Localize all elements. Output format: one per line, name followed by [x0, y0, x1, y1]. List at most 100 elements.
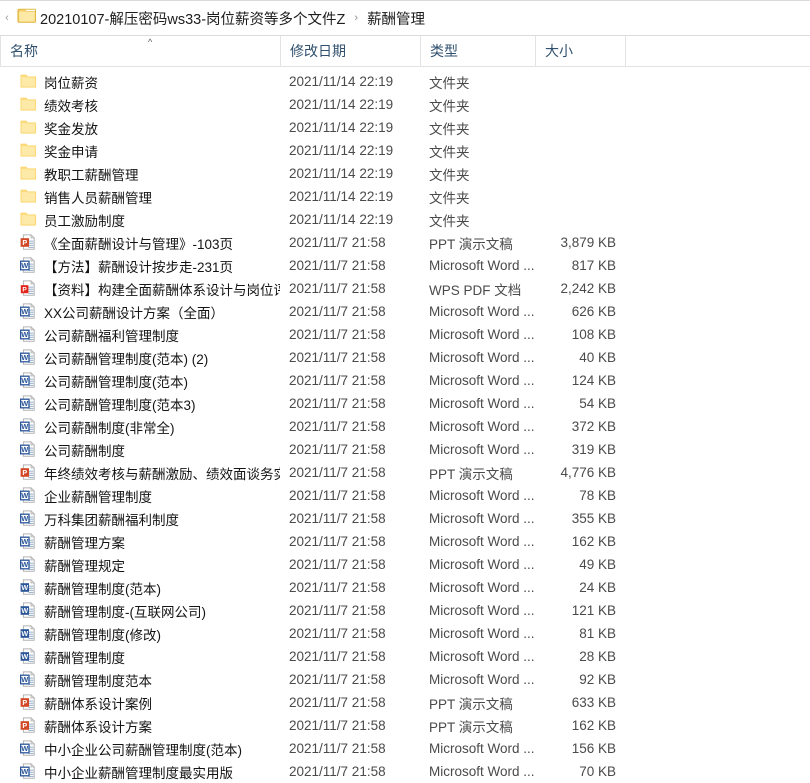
column-header-type[interactable]: 类型 [420, 35, 535, 67]
file-name-cell[interactable]: P 【资料】构建全面薪酬体系设计与岗位评... [0, 279, 280, 299]
breadcrumb-item-current[interactable]: 薪酬管理 [365, 6, 427, 31]
file-row[interactable]: 绩效考核 2021/11/14 22:19 文件夹 [0, 93, 810, 116]
file-name-cell[interactable]: W 薪酬管理制度(修改) [0, 624, 280, 644]
file-name-cell[interactable]: W 中小企业公司薪酬管理制度(范本) [0, 739, 280, 759]
file-name-cell[interactable]: W 公司薪酬管理制度(范本) (2) [0, 348, 280, 368]
file-name-cell[interactable]: W 公司薪酬制度 [0, 440, 280, 460]
breadcrumb-item-root[interactable]: 20210107-解压密码ws33-岗位薪资等多个文件Z [38, 6, 347, 31]
file-row[interactable]: W 公司薪酬制度 2021/11/7 21:58 Microsoft Word ...… [0, 438, 810, 461]
file-row[interactable]: P 《全面薪酬设计与管理》-103页 2021/11/7 21:58 PPT 演示文稿… [0, 231, 810, 254]
file-row[interactable]: W 公司薪酬管理制度(范本) (2) 2021/11/7 21:58 Microsof… [0, 346, 810, 369]
address-bar: ‹ 20210107-解压密码ws33-岗位薪资等多个文件Z › 薪酬管理 [0, 1, 810, 36]
file-name-cell[interactable]: W 薪酬管理制度-(互联网公司) [0, 601, 280, 621]
file-name-cell[interactable]: W 公司薪酬福利管理制度 [0, 325, 280, 345]
file-name-cell[interactable]: P 年终绩效考核与薪酬激励、绩效面谈务实 [0, 463, 280, 483]
file-name-cell[interactable]: W 薪酬管理规定 [0, 555, 280, 575]
file-size-cell: 108 KB [571, 327, 616, 342]
file-name-cell[interactable]: W XX公司薪酬设计方案（全面） [0, 302, 280, 322]
file-row[interactable]: W 中小企业薪酬管理制度最实用版 2021/11/7 21:58 Microsoft … [0, 760, 810, 783]
file-name-cell[interactable]: W 中小企业薪酬管理制度最实用版 [0, 762, 280, 782]
file-date-cell: 2021/11/7 21:58 [289, 534, 386, 549]
file-name-cell[interactable]: W 薪酬管理制度 [0, 647, 280, 667]
breadcrumb-separator-icon[interactable]: › [347, 12, 365, 24]
file-date-cell: 2021/11/7 21:58 [289, 465, 386, 480]
file-date-cell: 2021/11/7 21:58 [289, 672, 386, 687]
powerpoint-doc-icon: P [20, 464, 37, 481]
file-row[interactable]: W 薪酬管理制度(范本) 2021/11/7 21:58 Microsoft Word… [0, 576, 810, 599]
file-name-cell[interactable]: W 公司薪酬管理制度(范本3) [0, 394, 280, 414]
file-row[interactable]: 奖金发放 2021/11/14 22:19 文件夹 [0, 116, 810, 139]
file-row[interactable]: W 薪酬管理制度(修改) 2021/11/7 21:58 Microsoft Word… [0, 622, 810, 645]
file-name-cell[interactable]: W 薪酬管理方案 [0, 532, 280, 552]
svg-text:W: W [21, 537, 28, 546]
file-row[interactable]: P 薪酬体系设计案例 2021/11/7 21:58 PPT 演示文稿 633 KB [0, 691, 810, 714]
column-header-name[interactable]: 名称 ^ [0, 35, 280, 67]
file-type-cell: 文件夹 [429, 213, 470, 229]
file-row[interactable]: P 薪酬体系设计方案 2021/11/7 21:58 PPT 演示文稿 162 KB [0, 714, 810, 737]
file-row[interactable]: 销售人员薪酬管理 2021/11/14 22:19 文件夹 [0, 185, 810, 208]
file-name-cell[interactable]: 员工激励制度 [0, 210, 280, 230]
file-date-cell: 2021/11/7 21:58 [289, 281, 386, 296]
file-row[interactable]: 奖金申请 2021/11/14 22:19 文件夹 [0, 139, 810, 162]
svg-text:W: W [21, 606, 28, 615]
file-row[interactable]: W 公司薪酬管理制度(范本3) 2021/11/7 21:58 Microsoft W… [0, 392, 810, 415]
file-row[interactable]: W XX公司薪酬设计方案（全面） 2021/11/7 21:58 Microsoft … [0, 300, 810, 323]
file-row[interactable]: 岗位薪资 2021/11/14 22:19 文件夹 [0, 70, 810, 93]
file-row[interactable]: W 薪酬管理制度-(互联网公司) 2021/11/7 21:58 Microsoft … [0, 599, 810, 622]
file-row[interactable]: P 年终绩效考核与薪酬激励、绩效面谈务实 2021/11/7 21:58 PPT 演示… [0, 461, 810, 484]
sort-ascending-icon: ^ [148, 36, 153, 47]
file-name-cell[interactable]: W 薪酬管理制度(范本) [0, 578, 280, 598]
column-header-size[interactable]: 大小 [535, 35, 625, 67]
file-row[interactable]: W 公司薪酬福利管理制度 2021/11/7 21:58 Microsoft Word… [0, 323, 810, 346]
file-type-cell: Microsoft Word ... [429, 373, 535, 388]
file-row[interactable]: 员工激励制度 2021/11/14 22:19 文件夹 [0, 208, 810, 231]
file-row[interactable]: W 薪酬管理规定 2021/11/7 21:58 Microsoft Word ...… [0, 553, 810, 576]
file-row[interactable]: W 薪酬管理方案 2021/11/7 21:58 Microsoft Word ...… [0, 530, 810, 553]
svg-text:W: W [21, 445, 28, 454]
file-name-cell[interactable]: P 《全面薪酬设计与管理》-103页 [0, 233, 280, 253]
file-name-label: 销售人员薪酬管理 [44, 190, 152, 206]
file-size-cell: 3,879 KB [560, 235, 616, 250]
file-row[interactable]: P 【资料】构建全面薪酬体系设计与岗位评... 2021/11/7 21:58 WPS… [0, 277, 810, 300]
svg-text:W: W [21, 675, 28, 684]
file-name-cell[interactable]: W 【方法】薪酬设计按步走-231页 [0, 256, 280, 276]
file-row[interactable]: W 【方法】薪酬设计按步走-231页 2021/11/7 21:58 Microsof… [0, 254, 810, 277]
file-date-cell: 2021/11/7 21:58 [289, 235, 386, 250]
file-row[interactable]: W 中小企业公司薪酬管理制度(范本) 2021/11/7 21:58 Microsof… [0, 737, 810, 760]
file-row[interactable]: W 万科集团薪酬福利制度 2021/11/7 21:58 Microsoft Word… [0, 507, 810, 530]
svg-text:P: P [22, 287, 27, 294]
column-header-date-modified[interactable]: 修改日期 [280, 35, 420, 67]
file-date-cell: 2021/11/7 21:58 [289, 511, 386, 526]
file-name-cell[interactable]: 岗位薪资 [0, 72, 280, 92]
file-row[interactable]: W 薪酬管理制度范本 2021/11/7 21:58 Microsoft Word .… [0, 668, 810, 691]
file-name-cell[interactable]: 销售人员薪酬管理 [0, 187, 280, 207]
file-name-cell[interactable]: W 企业薪酬管理制度 [0, 486, 280, 506]
file-type-cell: Microsoft Word ... [429, 534, 535, 549]
file-name-label: 岗位薪资 [44, 75, 98, 91]
file-name-cell[interactable]: P 薪酬体系设计方案 [0, 716, 280, 736]
file-name-cell[interactable]: W 公司薪酬制度(非常全) [0, 417, 280, 437]
file-date-cell: 2021/11/7 21:58 [289, 580, 386, 595]
file-row[interactable]: W 公司薪酬管理制度(范本) 2021/11/7 21:58 Microsoft Wo… [0, 369, 810, 392]
file-name-cell[interactable]: W 薪酬管理制度范本 [0, 670, 280, 690]
file-name-cell[interactable]: W 公司薪酬管理制度(范本) [0, 371, 280, 391]
file-name-cell[interactable]: W 万科集团薪酬福利制度 [0, 509, 280, 529]
file-row[interactable]: 教职工薪酬管理 2021/11/14 22:19 文件夹 [0, 162, 810, 185]
file-name-cell[interactable]: 绩效考核 [0, 95, 280, 115]
svg-text:W: W [21, 376, 28, 385]
file-name-label: 绩效考核 [44, 98, 98, 114]
file-row[interactable]: W 企业薪酬管理制度 2021/11/7 21:58 Microsoft Word .… [0, 484, 810, 507]
file-type-cell: Microsoft Word ... [429, 626, 535, 641]
file-row[interactable]: W 薪酬管理制度 2021/11/7 21:58 Microsoft Word ...… [0, 645, 810, 668]
file-date-cell: 2021/11/7 21:58 [289, 396, 386, 411]
back-arrow-icon[interactable]: ‹ [1, 12, 13, 24]
file-row[interactable]: W 公司薪酬制度(非常全) 2021/11/7 21:58 Microsoft Wor… [0, 415, 810, 438]
folder-icon [20, 142, 37, 159]
file-date-cell: 2021/11/7 21:58 [289, 258, 386, 273]
file-name-cell[interactable]: 教职工薪酬管理 [0, 164, 280, 184]
file-date-cell: 2021/11/7 21:58 [289, 304, 386, 319]
file-name-cell[interactable]: P 薪酬体系设计案例 [0, 693, 280, 713]
file-name-cell[interactable]: 奖金发放 [0, 118, 280, 138]
file-name-cell[interactable]: 奖金申请 [0, 141, 280, 161]
file-list[interactable]: 岗位薪资 2021/11/14 22:19 文件夹 绩效考核 2021/11/14 22… [0, 67, 810, 783]
